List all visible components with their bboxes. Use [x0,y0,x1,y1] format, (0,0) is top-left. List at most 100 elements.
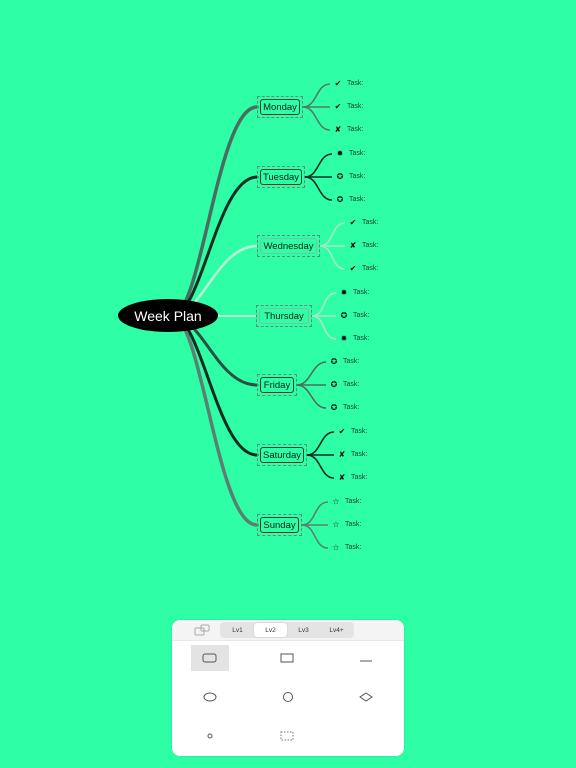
task-item[interactable]: ✪ Task: [336,195,366,204]
day-node-tuesday[interactable]: Tuesday [257,166,305,188]
check-icon[interactable]: ✔ [334,102,342,111]
root-node-week-plan[interactable]: Week Plan [118,299,218,332]
shape-underline-button[interactable] [347,645,385,671]
task-connector [296,384,327,409]
task-label: Task: [343,381,360,388]
task-item[interactable]: ✪ Task: [336,172,366,181]
check-icon[interactable]: ✔ [349,218,357,227]
task-item[interactable]: ✔ Task: [349,264,379,273]
shape-dashed-rect-button[interactable] [269,723,307,749]
task-item[interactable]: ☆ Task: [332,520,361,529]
task-connector [306,454,335,479]
open-circle-star-icon[interactable]: ✪ [336,172,344,181]
tab-lv2[interactable]: Lv2 [254,623,287,637]
day-node-monday[interactable]: Monday [257,96,303,118]
open-circle-star-icon[interactable]: ✪ [340,311,348,320]
task-item[interactable]: ✔ Task: [334,79,364,88]
dashed-rect-shape-icon [280,731,294,741]
task-item[interactable]: ☆ Task: [332,497,361,506]
shape-rounded-rect-button[interactable] [191,645,229,671]
check-icon[interactable]: ✔ [349,264,357,273]
task-item[interactable]: ✘ Task: [338,473,368,482]
day-node-thursday[interactable]: Thursday [256,305,312,327]
open-circle-star-icon[interactable]: ✪ [330,380,338,389]
star-icon[interactable]: ☆ [332,497,340,506]
small-circle-shape-icon [207,733,213,739]
task-label: Task: [349,196,366,203]
cross-icon[interactable]: ✘ [334,125,342,134]
shape-small-circle-button[interactable] [191,723,229,749]
panel-header: Lv1 Lv2 Lv3 Lv4+ [172,620,404,641]
task-connector [301,524,329,549]
task-item[interactable]: ✹ Task: [340,334,370,343]
tab-lv3[interactable]: Lv3 [287,623,320,637]
check-icon[interactable]: ✔ [334,79,342,88]
shape-rect-button[interactable] [269,645,307,671]
task-item[interactable]: ✘ Task: [334,125,364,134]
task-item[interactable]: ✪ Task: [340,311,370,320]
day-label: Sunday [260,517,299,533]
open-circle-star-icon[interactable]: ✪ [336,195,344,204]
star-icon[interactable]: ☆ [332,543,340,552]
task-label: Task: [362,242,379,249]
day-node-sunday[interactable]: Sunday [257,514,302,536]
task-connector [319,245,346,270]
root-node-label: Week Plan [134,307,202,324]
task-item[interactable]: ☆ Task: [332,543,361,552]
task-label: Task: [351,474,368,481]
task-connector [304,153,333,178]
task-label: Task: [349,173,366,180]
cross-icon[interactable]: ✘ [338,450,346,459]
link-shapes-icon[interactable] [194,624,210,636]
task-label: Task: [345,498,362,505]
task-item[interactable]: ✪ Task: [330,380,360,389]
cross-icon[interactable]: ✘ [349,241,357,250]
task-item[interactable]: ✔ Task: [349,218,379,227]
cross-icon[interactable]: ✘ [338,473,346,482]
task-connector [319,222,346,247]
filled-burst-icon[interactable]: ✹ [336,149,344,158]
open-circle-star-icon[interactable]: ✪ [330,403,338,412]
day-node-saturday[interactable]: Saturday [257,444,307,466]
shape-grid [172,641,404,756]
task-item[interactable]: ✪ Task: [330,403,360,412]
filled-burst-icon[interactable]: ✹ [340,334,348,343]
day-node-wednesday[interactable]: Wednesday [257,235,320,257]
shape-circle-button[interactable] [269,684,307,710]
task-item[interactable]: ✘ Task: [349,241,379,250]
task-item[interactable]: ✹ Task: [340,288,370,297]
check-icon[interactable]: ✔ [338,427,346,436]
task-label: Task: [349,150,366,157]
task-item[interactable]: ✪ Task: [330,357,360,366]
ellipse-shape-icon [203,692,217,702]
day-label: Thursday [259,308,309,324]
level-tabs: Lv1 Lv2 Lv3 Lv4+ [220,622,354,638]
day-node-friday[interactable]: Friday [257,374,297,396]
task-connector [302,106,331,131]
filled-burst-icon[interactable]: ✹ [340,288,348,297]
task-connector [296,361,327,386]
tab-lv4-plus[interactable]: Lv4+ [320,623,353,637]
task-item[interactable]: ✔ Task: [338,427,368,436]
task-connector [311,315,337,340]
task-item[interactable]: ✘ Task: [338,450,368,459]
rounded-rect-shape-icon [202,653,217,663]
star-icon[interactable]: ☆ [332,520,340,529]
shape-ellipse-button[interactable] [191,684,229,710]
task-label: Task: [343,404,360,411]
task-item[interactable]: ✹ Task: [336,149,366,158]
rect-shape-icon [280,653,294,663]
task-connector [304,176,333,201]
shape-diamond-button[interactable] [347,684,385,710]
circle-shape-icon [283,692,293,702]
task-connector [306,431,335,456]
open-circle-star-icon[interactable]: ✪ [330,357,338,366]
shape-style-panel: Lv1 Lv2 Lv3 Lv4+ [172,620,404,756]
tab-lv1[interactable]: Lv1 [221,623,254,637]
day-label: Wednesday [260,238,317,254]
underline-shape-icon [360,660,372,662]
task-label: Task: [353,335,370,342]
task-connector [311,292,337,317]
task-item[interactable]: ✔ Task: [334,102,364,111]
day-label: Tuesday [260,169,302,185]
